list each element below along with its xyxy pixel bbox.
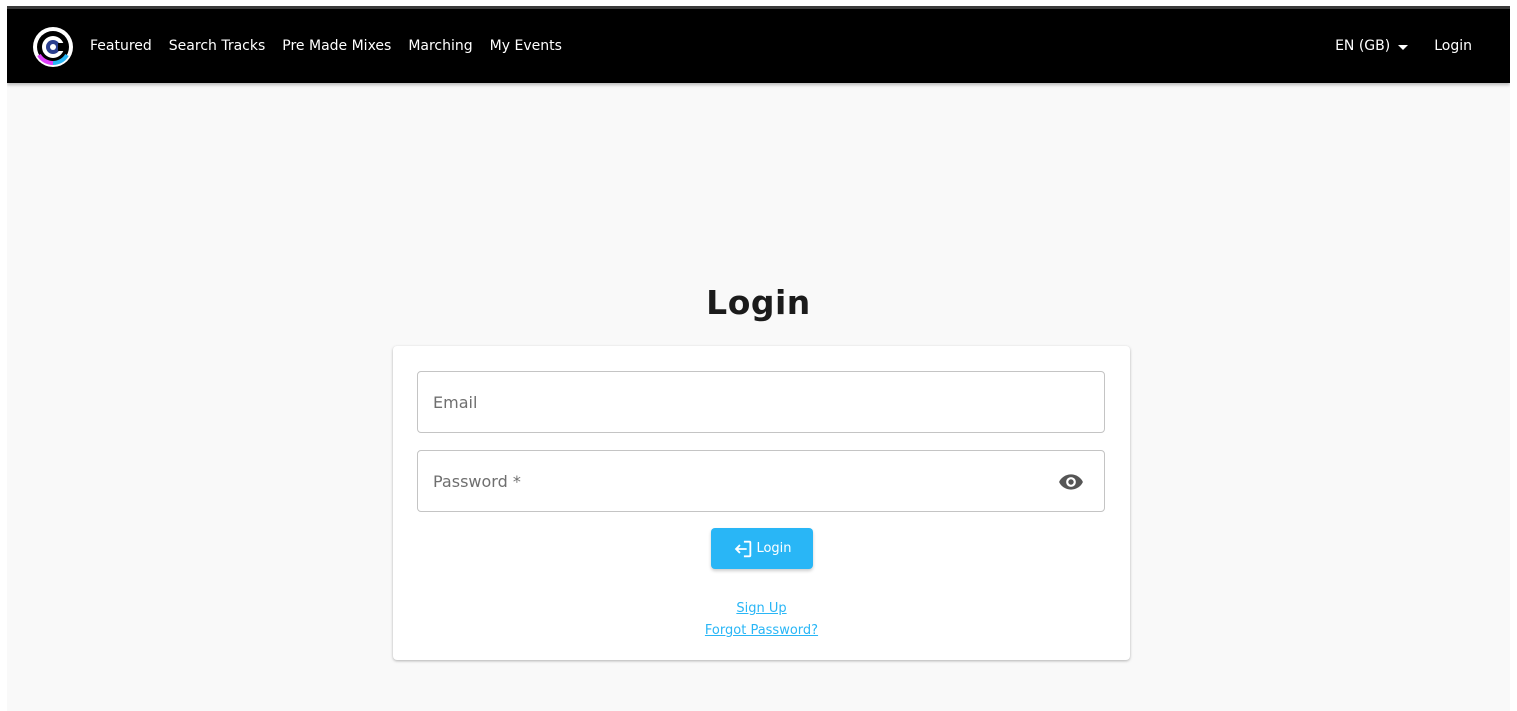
- app-window: Featured Search Tracks Pre Made Mixes Ma…: [7, 6, 1510, 711]
- login-button[interactable]: Login: [711, 528, 813, 569]
- nav-featured[interactable]: Featured: [90, 38, 152, 54]
- password-field[interactable]: [417, 450, 1105, 512]
- main-nav: Featured Search Tracks Pre Made Mixes Ma…: [90, 9, 579, 83]
- password-input[interactable]: [418, 451, 1053, 511]
- language-label: EN (GB): [1335, 38, 1391, 54]
- email-input[interactable]: [418, 372, 1053, 432]
- caret-down-icon: [1398, 44, 1409, 50]
- forgot-password-link[interactable]: Forgot Password?: [393, 623, 1130, 638]
- page-title: Login: [706, 283, 811, 322]
- right-nav: EN (GB) Login: [1335, 9, 1472, 83]
- language-selector[interactable]: EN (GB): [1335, 38, 1409, 54]
- login-button-label: Login: [756, 541, 792, 556]
- eye-icon[interactable]: [1058, 469, 1084, 495]
- sign-up-link[interactable]: Sign Up: [393, 601, 1130, 616]
- login-icon: [735, 540, 752, 557]
- email-field[interactable]: [417, 371, 1105, 433]
- app-logo-icon[interactable]: [31, 25, 75, 69]
- login-card: Login Sign Up Forgot Password?: [393, 346, 1130, 660]
- nav-search-tracks[interactable]: Search Tracks: [169, 38, 265, 54]
- nav-marching[interactable]: Marching: [408, 38, 472, 54]
- top-navbar: Featured Search Tracks Pre Made Mixes Ma…: [7, 6, 1510, 83]
- nav-pre-made-mixes[interactable]: Pre Made Mixes: [282, 38, 391, 54]
- header-login-link[interactable]: Login: [1434, 38, 1472, 54]
- nav-my-events[interactable]: My Events: [490, 38, 562, 54]
